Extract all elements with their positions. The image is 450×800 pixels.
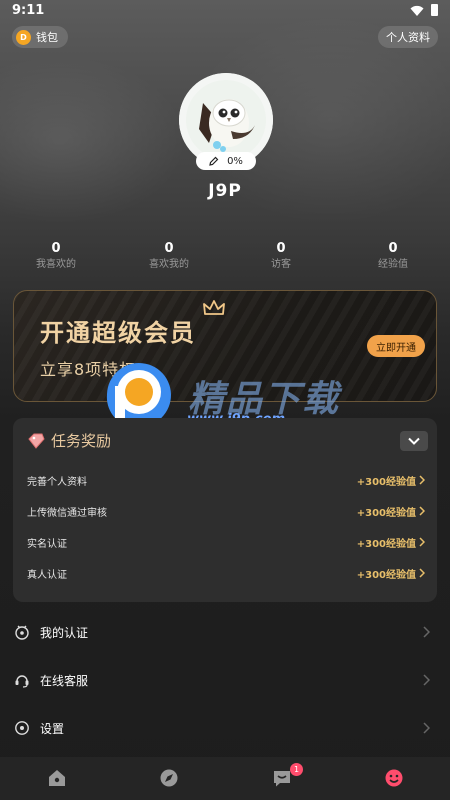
stat-label: 我喜欢的 bbox=[36, 259, 76, 270]
wallet-label: 钱包 bbox=[36, 31, 58, 44]
task-row-wechat[interactable]: 上传微信通过审核 +300经验值 bbox=[27, 501, 425, 521]
status-time: 9:11 bbox=[12, 3, 45, 18]
crown-icon bbox=[203, 300, 225, 315]
task-label: 完善个人资料 bbox=[27, 476, 87, 488]
profile-info-label: 个人资料 bbox=[386, 31, 430, 44]
task-reward: +300经验值 bbox=[356, 476, 416, 488]
headset-icon bbox=[15, 675, 29, 688]
task-reward: +300经验值 bbox=[356, 507, 416, 519]
stat-liked-me[interactable]: 0 喜欢我的 bbox=[124, 241, 214, 272]
username: J9P bbox=[208, 181, 242, 201]
menu-label: 在线客服 bbox=[40, 673, 89, 688]
discover-icon[interactable] bbox=[158, 767, 180, 789]
task-row-complete-profile[interactable]: 完善个人资料 +300经验值 bbox=[27, 470, 425, 490]
wallet-button[interactable]: D 钱包 bbox=[12, 26, 68, 48]
menu-item-customer-service[interactable]: 在线客服 bbox=[0, 660, 450, 700]
task-label: 实名认证 bbox=[27, 538, 67, 550]
settings-icon bbox=[15, 721, 29, 735]
task-rewards-card: 任务奖励 完善个人资料 +300经验值 上传微信通过审核 +300经验值 实名认… bbox=[13, 418, 437, 602]
collapse-button[interactable] bbox=[400, 431, 428, 451]
chevron-right-icon bbox=[423, 722, 430, 734]
chevron-down-icon bbox=[408, 437, 420, 445]
wifi-icon bbox=[410, 5, 424, 16]
home-icon[interactable] bbox=[46, 767, 68, 789]
stat-experience[interactable]: 0 经验值 bbox=[348, 241, 438, 272]
diamond-tag-icon bbox=[28, 433, 45, 449]
stat-value: 0 bbox=[388, 241, 398, 256]
stat-visitors[interactable]: 0 访客 bbox=[236, 241, 326, 272]
vip-title: 开通超级会员 bbox=[40, 319, 196, 347]
chevron-right-icon bbox=[419, 537, 425, 547]
edit-icon bbox=[209, 156, 219, 166]
menu-label: 设置 bbox=[40, 721, 65, 736]
profile-info-button[interactable]: 个人资料 bbox=[378, 26, 438, 48]
status-bar: 9:11 bbox=[0, 0, 450, 22]
stat-label: 喜欢我的 bbox=[149, 259, 189, 270]
task-label: 真人认证 bbox=[27, 569, 67, 581]
menu-item-settings[interactable]: 设置 bbox=[0, 708, 450, 748]
task-label: 上传微信通过审核 bbox=[27, 507, 107, 519]
coin-icon: D bbox=[16, 29, 31, 45]
profile-progress: 0% bbox=[227, 155, 243, 167]
stat-value: 0 bbox=[51, 241, 61, 256]
stat-label: 经验值 bbox=[378, 259, 408, 270]
menu-label: 我的认证 bbox=[40, 625, 89, 640]
task-reward: +300经验值 bbox=[356, 569, 416, 581]
chevron-right-icon bbox=[423, 626, 430, 638]
message-badge: 1 bbox=[290, 763, 303, 776]
profile-icon[interactable] bbox=[383, 767, 405, 789]
stat-value: 0 bbox=[164, 241, 174, 256]
chevron-right-icon bbox=[423, 674, 430, 686]
stats-row: 0 我喜欢的 0 喜欢我的 0 访客 0 经验值 bbox=[0, 241, 450, 275]
chevron-right-icon bbox=[419, 568, 425, 578]
vip-open-button[interactable]: 立即开通 bbox=[367, 335, 425, 357]
stat-label: 访客 bbox=[271, 259, 291, 270]
task-row-realname[interactable]: 实名认证 +300经验值 bbox=[27, 532, 425, 552]
chevron-right-icon bbox=[419, 506, 425, 516]
stat-value: 0 bbox=[276, 241, 286, 256]
menu-item-certification[interactable]: 我的认证 bbox=[0, 612, 450, 652]
bottom-nav: 1 bbox=[0, 757, 450, 800]
chevron-right-icon bbox=[419, 475, 425, 485]
task-row-real-person[interactable]: 真人认证 +300经验值 bbox=[27, 563, 425, 583]
stat-my-likes[interactable]: 0 我喜欢的 bbox=[11, 241, 101, 272]
battery-icon bbox=[431, 4, 438, 16]
task-rewards-title: 任务奖励 bbox=[51, 432, 112, 450]
certification-icon bbox=[15, 625, 29, 640]
profile-progress-pill[interactable]: 0% bbox=[196, 152, 256, 170]
task-rewards-header: 任务奖励 bbox=[27, 430, 111, 451]
task-reward: +300经验值 bbox=[356, 538, 416, 550]
